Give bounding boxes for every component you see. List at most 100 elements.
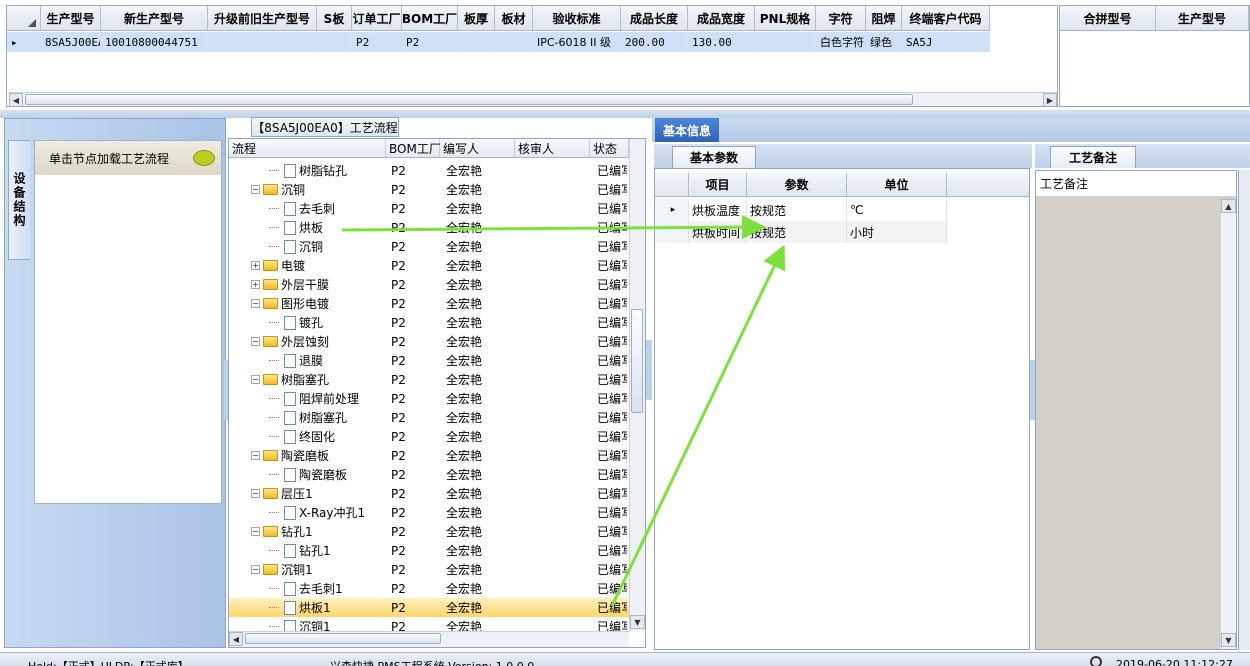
tree-node-name[interactable]: 阻焊前处理 <box>269 390 359 407</box>
tree-node-name[interactable]: − 陶瓷磨板 <box>251 447 329 464</box>
tree-node[interactable]: − 沉铜 P2 全宏艳 已编写 <box>229 180 629 199</box>
tree-node-name[interactable]: − 树脂塞孔 <box>251 371 329 388</box>
tree-node[interactable]: − 图形电镀 P2 全宏艳 已编写 <box>229 294 629 313</box>
tree-node[interactable]: 去毛刺 P2 全宏艳 已编写 <box>229 199 629 218</box>
tree-node-name[interactable]: 陶瓷磨板 <box>269 466 347 483</box>
expand-toggle-icon[interactable]: − <box>251 375 260 384</box>
table-cell[interactable] <box>755 32 816 52</box>
scroll-down-icon[interactable]: ▼ <box>630 615 645 629</box>
table-cell[interactable] <box>495 32 533 52</box>
vertical-scrollbar[interactable]: ▲ ▼ <box>1220 199 1236 649</box>
tree-node-name[interactable]: 退膜 <box>269 352 323 369</box>
param-cell-item[interactable]: 烘板时间 <box>689 221 747 243</box>
expand-toggle-icon[interactable]: + <box>251 280 260 289</box>
tree-node-name[interactable]: 钻孔1 <box>269 542 331 559</box>
tree-node-name[interactable]: 树脂钻孔 <box>269 162 347 179</box>
table-cell[interactable]: SA5J <box>902 32 990 52</box>
tab-basic-params[interactable]: 基本参数 <box>672 146 756 168</box>
table-cell[interactable]: 200.00 <box>621 32 688 52</box>
table-cell[interactable]: 10010800044751 <box>101 32 208 52</box>
tree-node[interactable]: 树脂钻孔 P2 全宏艳 已编写 <box>229 161 629 180</box>
tree-node[interactable]: 沉铜 P2 全宏艳 已编写 <box>229 237 629 256</box>
column-header[interactable]: 成品宽度 <box>688 6 755 30</box>
scroll-thumb[interactable] <box>631 309 643 413</box>
column-header[interactable]: 合拼型号 <box>1060 6 1156 30</box>
tree-node[interactable]: − 树脂塞孔 P2 全宏艳 已编写 <box>229 370 629 389</box>
tab-basic-info[interactable]: 基本信息 <box>655 118 719 142</box>
scroll-thumb[interactable] <box>25 94 913 105</box>
tree-node[interactable]: 钻孔1 P2 全宏艳 已编写 <box>229 541 629 560</box>
tree-node-name[interactable]: 镀孔 <box>269 314 323 331</box>
param-cell-value[interactable]: 按规范 <box>747 199 847 221</box>
tree-node[interactable]: 陶瓷磨板 P2 全宏艳 已编写 <box>229 465 629 484</box>
expand-toggle-icon[interactable]: − <box>251 527 260 536</box>
table-cell[interactable]: 绿色 <box>866 32 902 52</box>
vertical-scrollbar[interactable]: ▼ <box>629 139 645 631</box>
expand-toggle-icon[interactable]: − <box>251 489 260 498</box>
tree-node-name[interactable]: X-Ray冲孔1 <box>269 504 365 521</box>
column-header[interactable]: 验收标准 <box>533 6 621 30</box>
scroll-up-icon[interactable]: ▲ <box>1221 199 1236 213</box>
tree-node[interactable]: 树脂塞孔 P2 全宏艳 已编写 <box>229 408 629 427</box>
table-cell[interactable] <box>317 32 352 52</box>
tree-node-name[interactable]: − 图形电镀 <box>251 295 329 312</box>
tree-node[interactable]: − 钻孔1 P2 全宏艳 已编写 <box>229 522 629 541</box>
tree-node-name[interactable]: 沉铜 <box>269 238 323 255</box>
tree-node-name[interactable]: 去毛刺1 <box>269 580 343 597</box>
column-header[interactable]: 生产型号 <box>1156 6 1249 30</box>
column-header[interactable]: 新生产型号 <box>101 6 208 30</box>
param-cell-unit[interactable]: ℃ <box>847 199 947 221</box>
scroll-down-icon[interactable]: ▼ <box>1221 633 1236 647</box>
table-cell[interactable]: 白色字符 <box>816 32 866 52</box>
tree-node[interactable]: − 陶瓷磨板 P2 全宏艳 已编写 <box>229 446 629 465</box>
column-header[interactable]: 板厚 <box>458 6 495 30</box>
expand-toggle-icon[interactable]: − <box>251 565 260 574</box>
tree-node-name[interactable]: 终固化 <box>269 428 335 445</box>
expand-toggle-icon[interactable]: − <box>251 185 260 194</box>
tree-node[interactable]: 去毛刺1 P2 全宏艳 已编写 <box>229 579 629 598</box>
tree-node[interactable]: + 电镀 P2 全宏艳 已编写 <box>229 256 629 275</box>
table-cell[interactable]: IPC-6018 II 级 <box>533 32 621 52</box>
tree-node-name[interactable]: + 外层干膜 <box>251 276 329 293</box>
horizontal-scrollbar[interactable]: ◀ <box>229 631 629 647</box>
expand-toggle-icon[interactable]: − <box>251 337 260 346</box>
tree-node[interactable]: X-Ray冲孔1 P2 全宏艳 已编写 <box>229 503 629 522</box>
row-marker[interactable]: ▸ <box>655 199 689 221</box>
tree-column-header[interactable]: 状态 <box>590 139 629 157</box>
table-cell[interactable]: P2 <box>402 32 458 52</box>
scroll-right-icon[interactable]: ▶ <box>1043 93 1057 106</box>
tree-node-name[interactable]: − 外层蚀刻 <box>251 333 329 350</box>
expand-toggle-icon[interactable]: − <box>251 451 260 460</box>
tree-column-header[interactable]: 流程 <box>229 139 386 157</box>
column-header[interactable]: 板材 <box>495 6 533 30</box>
tree-node-name[interactable]: − 沉铜 <box>251 181 305 198</box>
tree-node[interactable]: 烘板1 P2 全宏艳 已编写 <box>229 598 629 617</box>
load-hint[interactable]: 单击节点加载工艺流程 <box>35 141 221 175</box>
tree-node-name[interactable]: 烘板 <box>269 219 323 236</box>
tree-node[interactable]: 退膜 P2 全宏艳 已编写 <box>229 351 629 370</box>
column-header[interactable]: 成品长度 <box>621 6 688 30</box>
table-cell[interactable] <box>208 32 317 52</box>
load-process-box[interactable]: 单击节点加载工艺流程 <box>34 140 222 504</box>
column-header[interactable]: 生产型号 <box>41 6 101 30</box>
tree-node-name[interactable]: 烘板1 <box>269 599 331 616</box>
table-cell[interactable]: P2 <box>352 32 402 52</box>
param-cell-item[interactable]: 烘板温度 <box>689 199 747 221</box>
table-cell[interactable] <box>458 32 495 52</box>
tree-node[interactable]: + 外层干膜 P2 全宏艳 已编写 <box>229 275 629 294</box>
column-header[interactable]: S板 <box>317 6 352 30</box>
tree-node[interactable]: 烘板 P2 全宏艳 已编写 <box>229 218 629 237</box>
tab-process-notes[interactable]: 工艺备注 <box>1050 146 1136 168</box>
tree-node[interactable]: − 沉铜1 P2 全宏艳 已编写 <box>229 560 629 579</box>
column-header[interactable]: 终端客户代码 <box>902 6 990 30</box>
tree-node[interactable]: − 外层蚀刻 P2 全宏艳 已编写 <box>229 332 629 351</box>
scroll-left-icon[interactable]: ◀ <box>229 632 243 646</box>
expand-toggle-icon[interactable]: + <box>251 261 260 270</box>
tree-node-name[interactable]: − 钻孔1 <box>251 523 313 540</box>
table-cell[interactable]: 130.00 <box>688 32 755 52</box>
param-cell-value[interactable]: 按规范 <box>747 221 847 243</box>
horizontal-scrollbar[interactable]: ◀ ▶ <box>9 92 1057 106</box>
tab-equipment-structure[interactable]: 设备结构 <box>8 140 30 260</box>
column-header[interactable]: PNL规格 <box>755 6 816 30</box>
splitter-grip[interactable] <box>646 340 652 400</box>
